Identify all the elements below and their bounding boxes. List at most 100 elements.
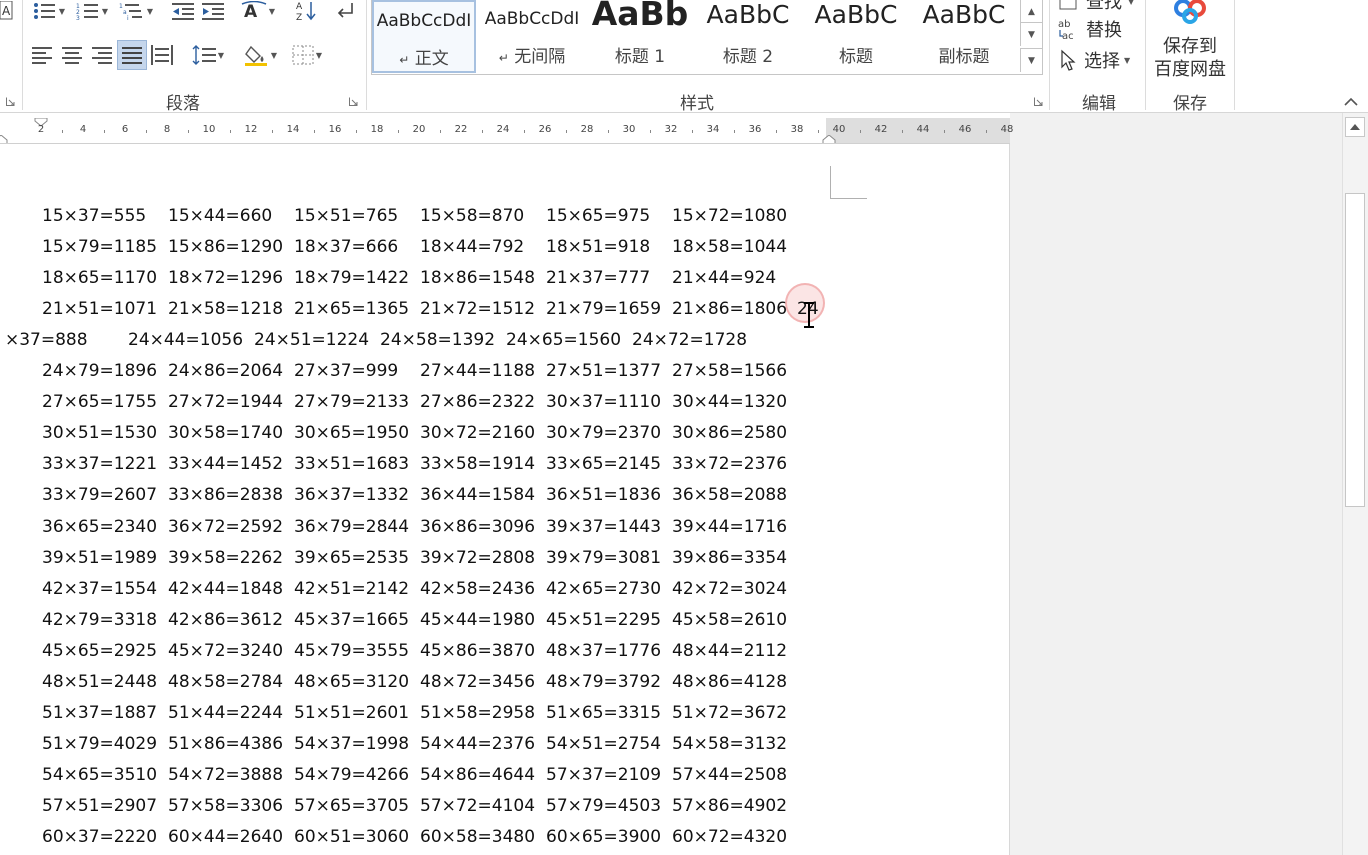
save-to-label-1: 保存到 (1163, 36, 1217, 57)
equation-row[interactable]: 51×37=1887 51×44=2244 51×51=2601 51×58=2958… (42, 698, 798, 728)
gallery-more-button[interactable]: ▼ (1020, 48, 1042, 72)
styles-group-label: 样式 (680, 94, 714, 114)
align-left-icon (32, 47, 52, 64)
align-right-button[interactable] (89, 42, 115, 68)
equation-cell: 30×65=1950 (294, 423, 410, 443)
ruler-tick (818, 130, 819, 133)
equation-cell: 30×72=2160 (420, 423, 536, 443)
equation-cell: 27×37=999 (294, 361, 399, 381)
equation-row[interactable]: 57×51=2907 57×58=3306 57×65=3705 57×72=4104… (42, 791, 798, 821)
scrollbar-thumb[interactable] (1345, 193, 1365, 507)
equation-cell: 30×51=1530 (42, 423, 158, 443)
equation-cell: 33×51=1683 (294, 454, 410, 474)
equation-row[interactable]: 51×79=4029 51×86=4386 54×37=1998 54×44=2376… (42, 729, 798, 759)
equation-row[interactable]: 21×51=1071 21×58=1218 21×65=1365 21×72=1512… (42, 294, 798, 324)
select-button[interactable]: 选择 ▼ (1058, 47, 1130, 73)
style-normal[interactable]: AaBbCcDdI ↵ 正文 (372, 0, 476, 73)
ruler-tick (146, 130, 147, 133)
find-button[interactable]: 查找 ▼ (1058, 0, 1134, 14)
equation-cell: 18×37=666 (294, 237, 399, 257)
justify-button[interactable] (117, 40, 147, 70)
equation-row[interactable]: 24×79=1896 24×86=2064 27×37=999 27×44=1188 2… (42, 356, 798, 386)
style-heading-2[interactable]: AaBbC 标题 2 (696, 0, 800, 73)
font-color-fragment[interactable]: A (0, 0, 14, 22)
ruler-tick (608, 130, 609, 133)
equation-cell: 33×72=2376 (672, 454, 788, 474)
ruler-tick (356, 130, 357, 133)
style-subtitle[interactable]: AaBbC 副标题 (912, 0, 1016, 73)
distributed-button[interactable] (149, 42, 175, 68)
equation-cell: 36×44=1584 (420, 485, 536, 505)
equation-row[interactable]: 54×65=3510 54×72=3888 54×79=4266 54×86=4644… (42, 760, 798, 790)
equation-row[interactable]: 30×51=1530 30×58=1740 30×65=1950 30×72=2160… (42, 418, 798, 448)
sort-button[interactable]: AZ (294, 0, 320, 22)
ruler-tick (62, 130, 63, 133)
equation-row[interactable]: 33×79=2607 33×86=2838 36×37=1332 36×44=1584… (42, 480, 798, 510)
equation-row[interactable]: 15×37=555 15×44=660 15×51=765 15×58=870 15×6… (42, 201, 798, 231)
show-marks-button[interactable] (332, 0, 358, 22)
numbering-button[interactable]: 123 ▼ (73, 0, 111, 22)
ruler-tick (524, 130, 525, 133)
equation-cell: 30×86=2580 (672, 423, 788, 443)
style-title[interactable]: AaBbC 标题 (804, 0, 908, 73)
ruler-number: 22 (454, 124, 468, 135)
borders-button[interactable]: ▼ (286, 42, 328, 68)
styles-dialog-launcher-icon[interactable] (1034, 97, 1043, 106)
equation-cell: 45×51=2295 (546, 610, 662, 630)
ruler-tick (440, 130, 441, 133)
replace-button[interactable]: ab ac 替换 (1058, 16, 1122, 42)
equation-row[interactable]: 45×65=2925 45×72=3240 45×79=3555 45×86=3870… (42, 636, 798, 666)
center-button[interactable] (59, 42, 85, 68)
equation-row[interactable]: 15×79=1185 15×86=1290 18×37=666 18×44=792 18… (42, 232, 798, 262)
scroll-up-button[interactable] (1345, 117, 1365, 137)
ruler-number: 44 (916, 124, 930, 135)
equation-row[interactable]: 42×37=1554 42×44=1848 42×51=2142 42×58=2436… (42, 574, 798, 604)
gallery-scroll-down-button[interactable]: ▼ (1020, 22, 1042, 46)
borders-icon (292, 45, 314, 65)
paragraph-dialog-launcher-icon[interactable] (349, 97, 358, 106)
equation-cell: 30×79=2370 (546, 423, 662, 443)
style-no-spacing[interactable]: AaBbCcDdI ↵ 无间隔 (480, 0, 584, 73)
shading-button[interactable]: ▼ (240, 42, 282, 68)
bullets-button[interactable]: ▼ (30, 0, 68, 22)
equation-row[interactable]: 42×79=3318 42×86=3612 45×37=1665 45×44=1980… (42, 605, 798, 635)
page-edge (1009, 144, 1010, 855)
equation-row[interactable]: 60×37=2220 60×44=2640 60×51=3060 60×58=3480… (42, 822, 798, 852)
equation-cell: 21×51=1071 (42, 299, 158, 319)
equation-cell: 39×51=1989 (42, 548, 158, 568)
equation-cell: 15×37=555 (42, 206, 147, 226)
text-direction-button[interactable]: A ▼ (238, 0, 278, 22)
increase-indent-button[interactable] (200, 0, 226, 22)
ruler-number: 2 (37, 124, 45, 135)
equation-cell: 30×44=1320 (672, 392, 788, 412)
equation-row[interactable]: 33×37=1221 33×44=1452 33×51=1683 33×58=1914… (42, 449, 798, 479)
ruler-tick (902, 130, 903, 133)
font-dialog-launcher-icon[interactable] (6, 97, 15, 106)
equation-cell: 45×44=1980 (420, 610, 536, 630)
equation-row[interactable]: 27×65=1755 27×72=1944 27×79=2133 27×86=2322… (42, 387, 798, 417)
equation-cell: 15×86=1290 (168, 237, 284, 257)
collapse-ribbon-button[interactable] (1342, 92, 1360, 110)
equation-row[interactable]: 39×51=1989 39×58=2262 39×65=2535 39×72=2808… (42, 543, 798, 573)
equation-row[interactable]: 18×65=1170 18×72=1296 18×79=1422 18×86=1548… (42, 263, 798, 293)
multilevel-list-button[interactable]: 1ai ▼ (116, 0, 156, 22)
horizontal-ruler[interactable]: 2 4 6 8 10 12 14 16 18 20 22 24 26 28 30 32 34 36 38 40 42 44… (0, 118, 1013, 144)
equation-row[interactable]: 48×51=2448 48×58=2784 48×65=3120 48×72=3456… (42, 667, 798, 697)
equation-cell: 36×58=2088 (672, 485, 788, 505)
line-spacing-button[interactable]: ▼ (187, 42, 229, 68)
equation-row[interactable]: ×37=888 24×44=1056 24×51=1224 24×58=1392 24×… (3, 325, 758, 355)
save-to-baidu-button[interactable]: 保存到 百度网盘 (1150, 0, 1230, 85)
more-icon: ▼ (1028, 55, 1035, 66)
equation-cell: 57×44=2508 (672, 765, 788, 785)
decrease-indent-button[interactable] (170, 0, 196, 22)
equation-cell: 60×51=3060 (294, 827, 410, 847)
equation-cell: 15×44=660 (168, 206, 273, 226)
equation-cell: 24×44=1056 (128, 330, 244, 350)
equation-cell: 48×58=2784 (168, 672, 284, 692)
gallery-scroll-up-button[interactable]: ▲ (1020, 0, 1042, 24)
equation-cell: 45×58=2610 (672, 610, 788, 630)
equation-cell: 24×65=1560 (506, 330, 622, 350)
style-heading-1[interactable]: AaBb 标题 1 (588, 0, 692, 73)
equation-row[interactable]: 36×65=2340 36×72=2592 36×79=2844 36×86=3096… (42, 512, 798, 542)
align-left-button[interactable] (29, 42, 55, 68)
